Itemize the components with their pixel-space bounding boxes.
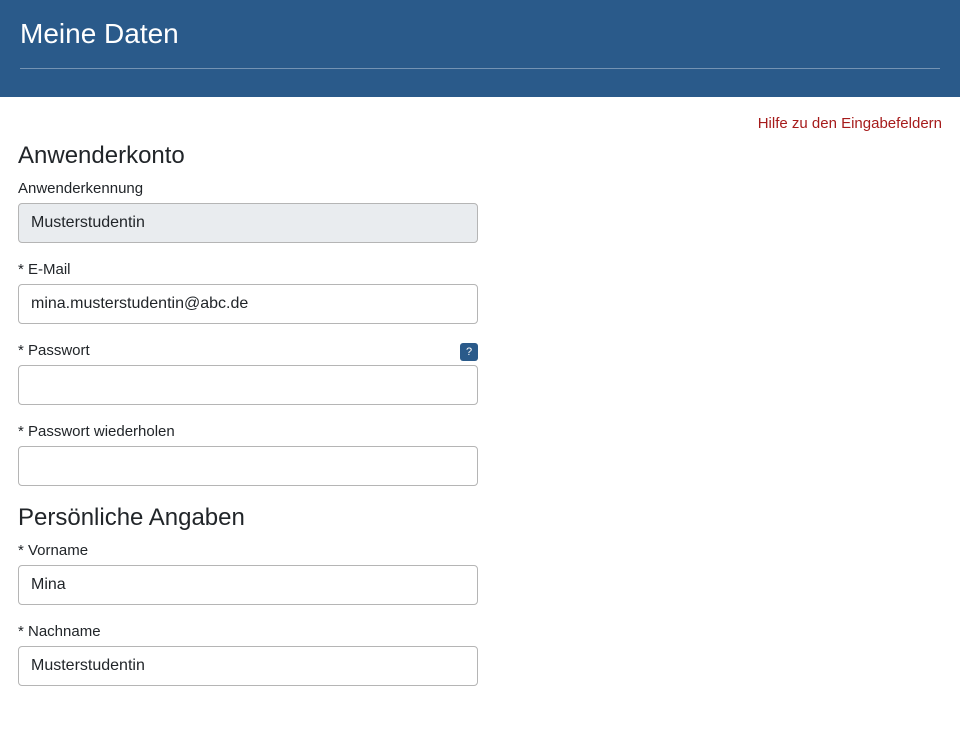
page-header: Meine Daten	[0, 0, 960, 97]
password-repeat-label: * Passwort wiederholen	[18, 423, 478, 440]
help-link-row: Hilfe zu den Eingabefeldern	[18, 115, 942, 132]
email-input[interactable]	[18, 284, 478, 324]
lastname-label: * Nachname	[18, 623, 478, 640]
section-title-personal: Persönliche Angaben	[18, 504, 942, 532]
form-group-firstname: * Vorname	[18, 542, 478, 605]
firstname-label: * Vorname	[18, 542, 478, 559]
lastname-input[interactable]	[18, 646, 478, 686]
section-title-account: Anwenderkonto	[18, 142, 942, 170]
email-label: * E-Mail	[18, 261, 478, 278]
username-input	[18, 203, 478, 243]
password-input[interactable]	[18, 365, 478, 405]
page-title: Meine Daten	[20, 18, 940, 50]
form-group-password: * Passwort ?	[18, 342, 478, 405]
username-label: Anwenderkennung	[18, 180, 478, 197]
page-content: Hilfe zu den Eingabefeldern Anwenderkont…	[0, 97, 960, 724]
password-repeat-input[interactable]	[18, 446, 478, 486]
form-group-username: Anwenderkennung	[18, 180, 478, 243]
form-group-password-repeat: * Passwort wiederholen	[18, 423, 478, 486]
help-link[interactable]: Hilfe zu den Eingabefeldern	[758, 115, 942, 132]
header-divider	[20, 68, 940, 69]
form-group-lastname: * Nachname	[18, 623, 478, 686]
password-label: * Passwort	[18, 342, 90, 359]
help-icon[interactable]: ?	[460, 343, 478, 361]
firstname-input[interactable]	[18, 565, 478, 605]
form-group-email: * E-Mail	[18, 261, 478, 324]
